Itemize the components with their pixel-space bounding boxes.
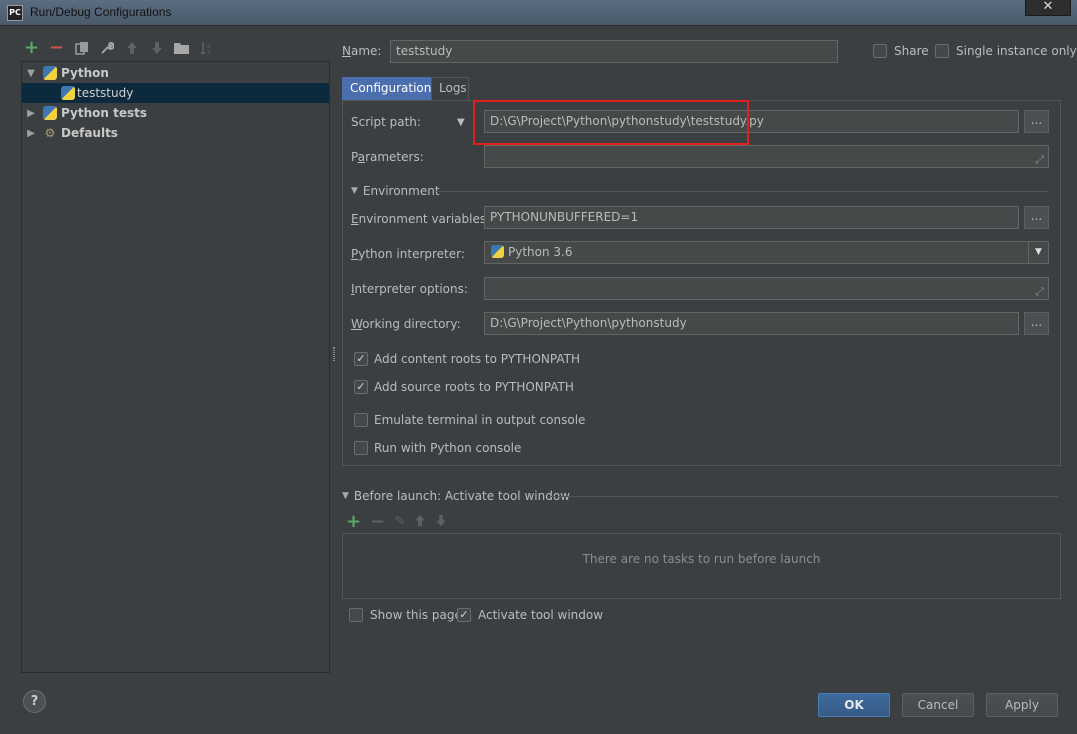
name-label: Name: [342, 44, 382, 58]
python-tests-icon [43, 106, 57, 120]
content-roots-label: Add content roots to PYTHONPATH [374, 352, 580, 366]
add-icon[interactable]: + [22, 39, 41, 58]
move-down-icon[interactable] [435, 514, 447, 530]
single-instance-checkbox[interactable] [935, 44, 949, 58]
parameters-input[interactable]: ⤢ [484, 145, 1049, 168]
pycharm-app-icon: PC [7, 5, 23, 21]
wrench-icon: ⚙ [44, 126, 56, 140]
window-title: Run/Debug Configurations [30, 5, 172, 19]
show-page-label: Show this page [370, 608, 462, 622]
activate-tool-window-label: Activate tool window [478, 608, 604, 622]
single-instance-label: Single instance only [956, 44, 1077, 58]
env-vars-input[interactable]: PYTHONUNBUFFERED=1 [484, 206, 1019, 229]
collapse-arrow-icon: ▼ [342, 491, 349, 501]
source-roots-label: Add source roots to PYTHONPATH [374, 380, 574, 394]
python-console-checkbox[interactable] [354, 441, 368, 455]
collapse-arrow-icon: ▼ [351, 186, 358, 196]
tab-logs[interactable]: Logs [431, 77, 469, 100]
collapsed-arrow-icon[interactable]: ▶ [25, 128, 37, 139]
add-task-icon[interactable]: + [346, 511, 361, 532]
copy-icon[interactable] [72, 39, 91, 58]
before-launch-divider [548, 496, 1058, 497]
name-input[interactable]: teststudy [390, 40, 838, 63]
python-icon [491, 245, 504, 258]
python-icon [43, 66, 57, 80]
content-roots-checkbox[interactable]: ✓ [354, 352, 368, 366]
share-label: Share [894, 44, 929, 58]
parameters-label: Parameters: [351, 150, 424, 164]
source-roots-checkbox[interactable]: ✓ [354, 380, 368, 394]
emulate-terminal-label: Emulate terminal in output console [374, 413, 586, 427]
empty-tasks-message: There are no tasks to run before launch [582, 552, 821, 566]
edit-defaults-icon[interactable] [97, 39, 116, 58]
splitter-handle[interactable] [333, 347, 335, 361]
python-icon [61, 86, 75, 100]
interpreter-options-label: Interpreter options: [351, 282, 468, 296]
config-toolbar: + − az [22, 38, 216, 58]
move-up-icon[interactable] [414, 514, 426, 530]
browse-working-dir-button[interactable]: ... [1024, 312, 1049, 335]
interpreter-value: Python 3.6 [508, 245, 573, 259]
interpreter-options-input[interactable]: ⤢ [484, 277, 1049, 300]
emulate-terminal-checkbox[interactable] [354, 413, 368, 427]
tree-item-label: Defaults [61, 126, 118, 140]
apply-button[interactable]: Apply [986, 693, 1058, 717]
ok-button[interactable]: OK [818, 693, 890, 717]
edit-task-icon[interactable]: ✎ [394, 514, 405, 529]
remove-icon[interactable]: − [47, 39, 66, 58]
before-launch-title: Before launch: Activate tool window [353, 489, 570, 503]
svg-text:z: z [207, 49, 210, 55]
tab-configuration[interactable]: Configuration [342, 77, 431, 100]
move-up-icon[interactable] [122, 39, 141, 58]
collapsed-arrow-icon[interactable]: ▶ [25, 108, 37, 119]
sort-icon[interactable]: az [197, 39, 216, 58]
python-console-label: Run with Python console [374, 441, 522, 455]
title-bar: PC Run/Debug Configurations ✕ [0, 0, 1077, 26]
before-launch-task-list[interactable]: There are no tasks to run before launch [342, 533, 1061, 599]
remove-task-icon[interactable]: − [370, 511, 385, 532]
show-page-checkbox[interactable] [349, 608, 363, 622]
interpreter-select[interactable]: Python 3.6 ▼ [484, 241, 1049, 264]
tree-item-teststudy[interactable]: teststudy [22, 83, 329, 103]
tree-item-label: teststudy [77, 86, 134, 100]
cancel-button[interactable]: Cancel [902, 693, 974, 717]
tree-item-label: Python [61, 66, 109, 80]
before-launch-toolbar: + − ✎ [346, 511, 447, 532]
environment-section-label: Environment [362, 184, 440, 198]
chevron-down-icon[interactable]: ▼ [1028, 242, 1048, 263]
share-checkbox[interactable] [873, 44, 887, 58]
working-dir-label: Working directory: [351, 317, 461, 331]
move-down-icon[interactable] [147, 39, 166, 58]
configuration-tree[interactable]: ▼ Python teststudy ▶ Python tests ▶ ⚙ De… [21, 61, 330, 673]
working-dir-input[interactable]: D:\G\Project\Python\pythonstudy [484, 312, 1019, 335]
tree-item-label: Python tests [61, 106, 147, 120]
activate-tool-window-checkbox[interactable]: ✓ [457, 608, 471, 622]
env-vars-label: Environment variables: [351, 212, 491, 226]
interpreter-label: Python interpreter: [351, 247, 465, 261]
before-launch-header[interactable]: ▼ Before launch: Activate tool window [342, 489, 570, 503]
browse-script-button[interactable]: ... [1024, 110, 1049, 133]
script-path-label: Script path: [351, 115, 421, 129]
expand-icon[interactable]: ⤢ [1035, 149, 1044, 167]
expand-icon[interactable]: ⤢ [1035, 281, 1044, 299]
close-button[interactable]: ✕ [1025, 0, 1071, 16]
expanded-arrow-icon[interactable]: ▼ [25, 68, 37, 79]
tree-item-python-tests[interactable]: ▶ Python tests [22, 103, 329, 123]
environment-section-header[interactable]: ▼ Environment [351, 184, 440, 198]
highlight-annotation [473, 100, 749, 145]
script-type-dropdown-icon[interactable]: ▼ [457, 117, 465, 128]
help-button[interactable]: ? [23, 690, 46, 713]
folder-icon[interactable] [172, 39, 191, 58]
environment-divider [434, 191, 1049, 192]
edit-env-vars-button[interactable]: ... [1024, 206, 1049, 229]
tree-item-python[interactable]: ▼ Python [22, 63, 329, 83]
tree-item-defaults[interactable]: ▶ ⚙ Defaults [22, 123, 329, 143]
